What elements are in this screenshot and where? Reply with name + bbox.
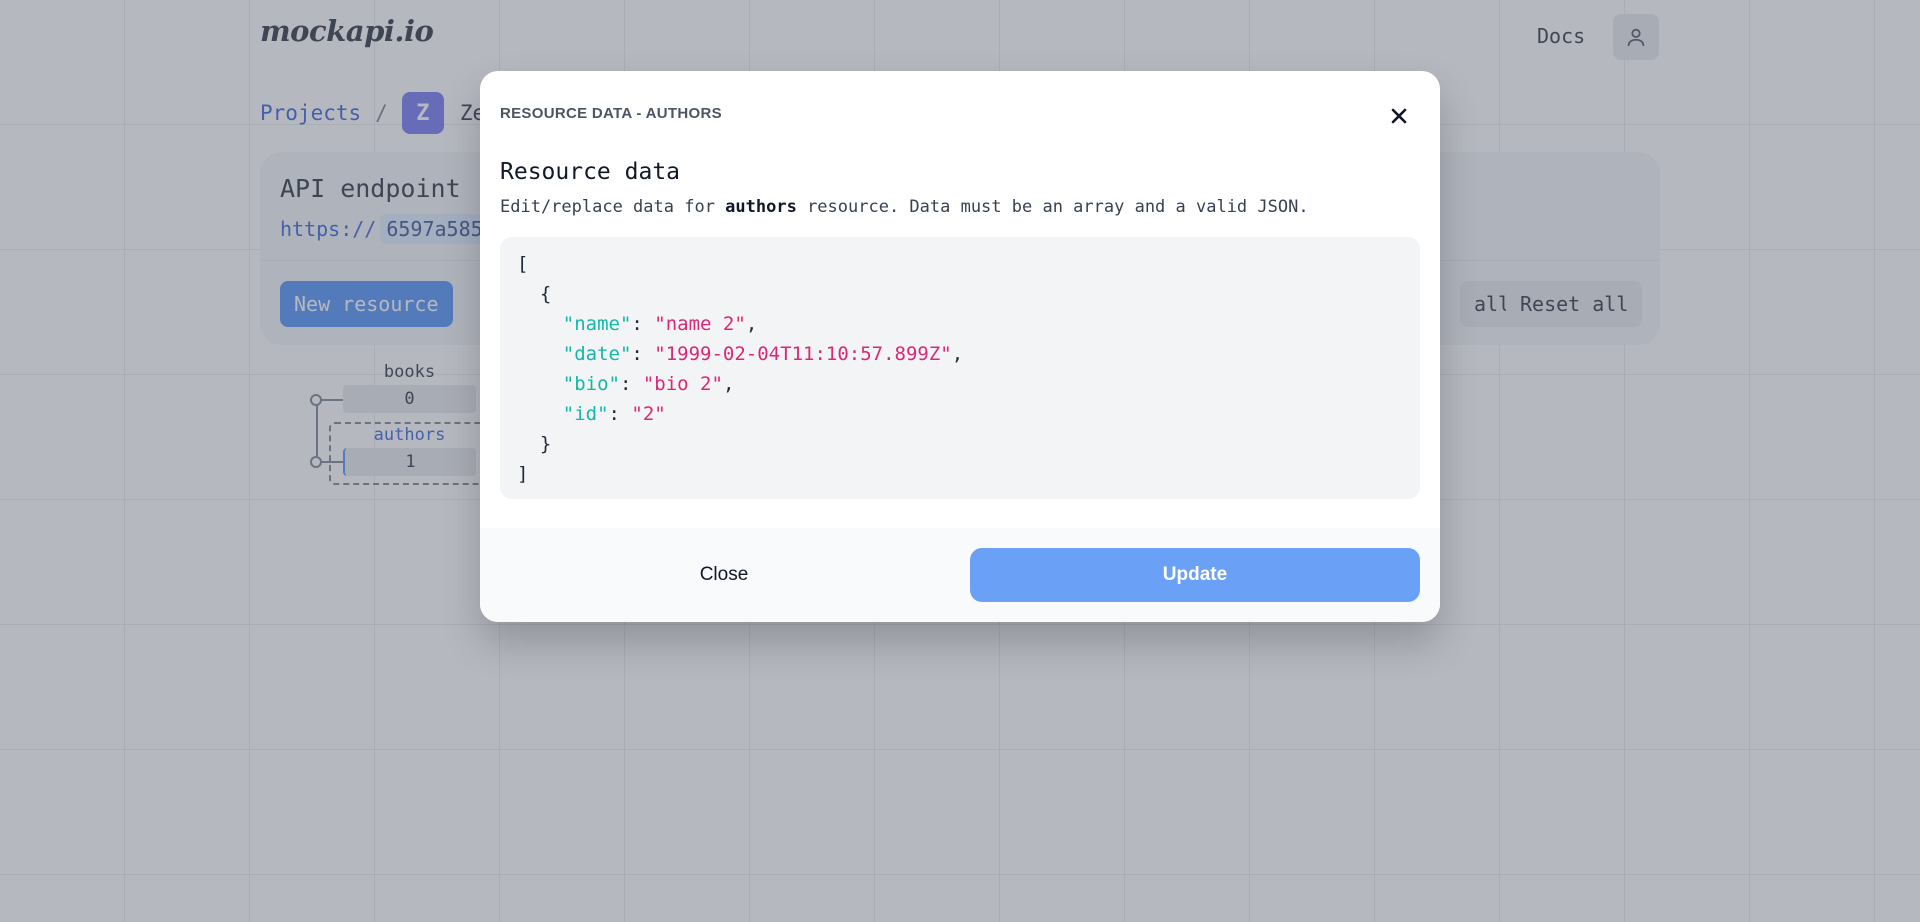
update-button[interactable]: Update [970,548,1420,602]
json-comma: , [745,313,758,335]
json-value: "name 2" [654,313,746,335]
json-line: } [517,429,1403,459]
json-line: "date": "1999-02-04T11:10:57.899Z", [562,343,964,365]
description-suffix: resource. Data must be an array and a va… [796,197,1309,217]
json-key: "id" [562,403,609,425]
close-button[interactable]: Close [500,548,948,602]
json-value: "bio 2" [642,373,723,395]
json-line: ] [517,463,529,485]
json-line: "id": "2" [562,403,666,425]
resource-data-modal: RESOURCE DATA - AUTHORS Resource data Ed… [480,71,1440,622]
modal-close-button[interactable] [1383,100,1415,132]
description-resource-name: authors [725,197,797,217]
json-brace: } [539,433,552,455]
json-value: "1999-02-04T11:10:57.899Z" [654,343,952,365]
json-key: "date" [562,343,632,365]
json-key: "name" [562,313,632,335]
json-brace: { [539,283,552,305]
modal-footer: Close Update [480,528,1440,622]
description-prefix: Edit/replace data for [500,197,726,217]
json-comma: , [951,343,964,365]
json-line: "name": "name 2", [562,313,758,335]
json-line: "bio": "bio 2", [562,373,735,395]
json-key: "bio" [562,373,620,395]
close-icon [1391,108,1407,124]
json-line: [ [517,253,529,275]
json-comma: , [722,373,735,395]
modal-title: RESOURCE DATA - AUTHORS [500,105,722,122]
modal-description: Edit/replace data for authors resource. … [500,197,1309,217]
json-editor[interactable]: [ { "name": "name 2", "date": "1999-02-0… [500,237,1420,499]
modal-heading: Resource data [500,159,681,185]
json-value: "2" [631,403,666,425]
json-line: { [517,279,1403,309]
